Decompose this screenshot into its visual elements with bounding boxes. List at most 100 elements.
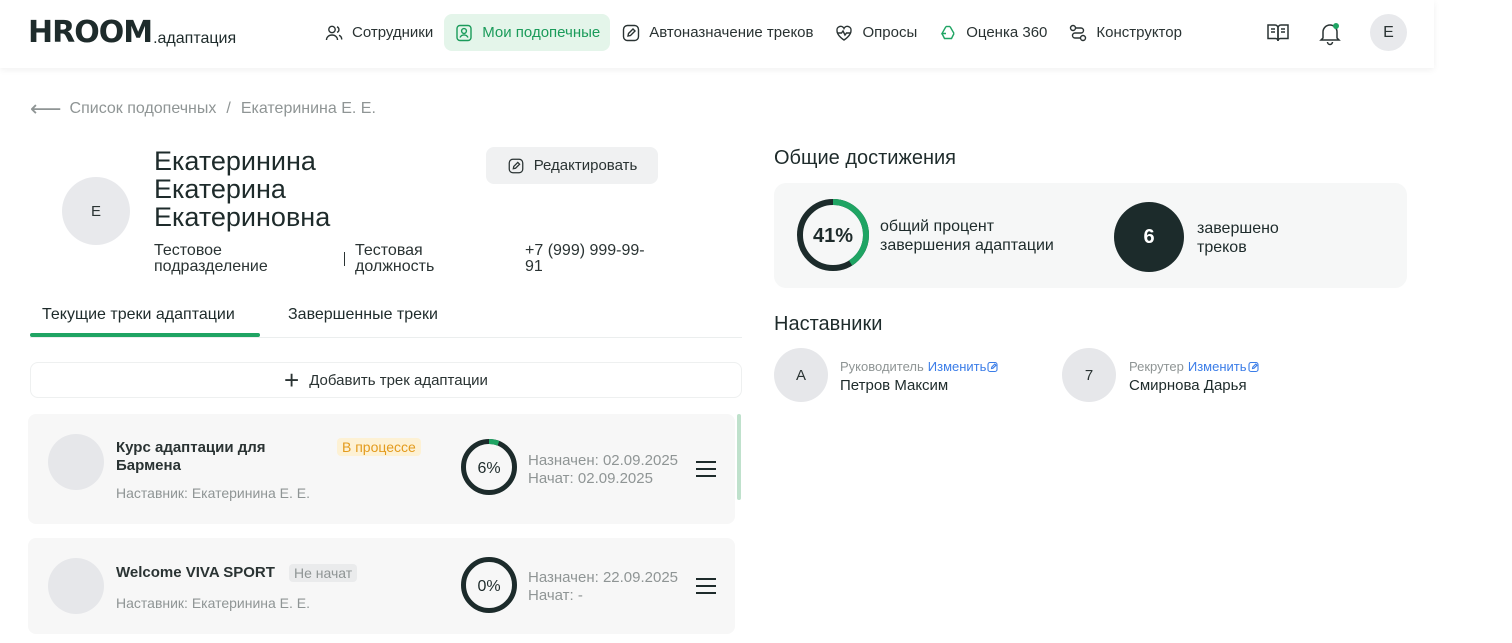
percent-caption: общий процент завершения адаптации [880, 217, 1054, 255]
track-title: Курс адаптации для Бармена [116, 439, 266, 475]
status-badge: Не начат [289, 564, 358, 582]
mentors-title: Наставники [774, 313, 883, 335]
logo[interactable]: HROOM .адаптация [28, 18, 236, 48]
tab-current-tracks[interactable]: Текущие треки адаптации [42, 306, 235, 324]
breadcrumb: ⟵ Список подопечных / Екатеринина Е. Е. [30, 98, 376, 120]
department-line: Тестовое [154, 242, 222, 259]
profile-department: Тестовое подразделение [154, 243, 268, 275]
ring-label: 6% [477, 460, 500, 477]
user-avatar[interactable]: Е [1370, 14, 1407, 51]
started-date: Начат: 02.09.2025 [528, 470, 653, 487]
user-badge-icon [456, 24, 472, 41]
profile-position: Тестовая должность [355, 243, 434, 275]
ring-label: 41% [813, 225, 853, 247]
mentor-name: Петров Максим [840, 377, 949, 394]
achievement-progress-ring: 41% [797, 199, 869, 271]
completed-caption: завершено треков [1197, 219, 1279, 257]
recycle-icon [941, 25, 955, 39]
completed-caption-line: треков [1197, 239, 1247, 256]
assigned-date: Назначен: 22.09.2025 [528, 569, 679, 586]
name-line: Екатеринина [154, 146, 316, 176]
profile-avatar: Е [62, 177, 130, 245]
users-icon [325, 25, 343, 40]
achievements-title: Общие достижения [774, 147, 956, 169]
track-title-line: Бармена [116, 457, 181, 474]
breadcrumb-back-link[interactable]: Список подопечных [70, 100, 217, 118]
change-label: Изменить [1187, 359, 1247, 374]
track-mentor: Наставник: Екатеринина Е. Е. [116, 595, 311, 611]
logo-sub: .адаптация [153, 30, 237, 47]
breadcrumb-current: Екатеринина Е. Е. [240, 100, 376, 117]
progress-ring: 0% [461, 557, 517, 613]
track-dates: Назначен: 22.09.2025 Начат: - [528, 569, 678, 605]
position-line: Тестовая [355, 242, 423, 259]
external-edit-icon [1247, 361, 1259, 372]
nav-item-my-mentees[interactable]: Мои подопечные [444, 14, 611, 51]
nav-item-label: Конструктор [1096, 24, 1182, 41]
mentor-avatar: А [774, 348, 828, 402]
track-title-line: Welcome VIVA SPORT [116, 564, 275, 581]
phone-line: +7 (999) 999-99- [525, 242, 645, 259]
status-badge: В процессе [337, 438, 421, 456]
edit-button-label: Редактировать [533, 157, 638, 174]
percent-caption-line: общий процент [880, 218, 995, 235]
meta-divider [344, 252, 345, 266]
route-icon [1070, 24, 1087, 41]
name-line: Екатерина [154, 174, 286, 204]
nav-item-label: Оценка 360 [966, 24, 1048, 41]
name-line: Екатериновна [154, 202, 331, 232]
bell-icon[interactable] [1317, 20, 1343, 46]
percent-caption-line: завершения адаптации [880, 237, 1054, 254]
track-image [48, 434, 104, 490]
mentor-role-label: Рекрутер [1129, 359, 1184, 374]
nav-item-surveys[interactable]: Опросы [824, 14, 927, 51]
track-title-line: Курс адаптации для [116, 439, 266, 456]
nav-item-constructor[interactable]: Конструктор [1058, 14, 1192, 51]
track-card[interactable]: Курс адаптации для Бармена В процессе На… [28, 414, 735, 524]
completed-caption-line: завершено [1197, 220, 1279, 237]
breadcrumb-separator: / [226, 100, 231, 117]
assigned-date: Назначен: 02.09.2025 [528, 452, 679, 469]
phone-line: 91 [525, 258, 543, 275]
track-mentor: Наставник: Екатеринина Е. Е. [116, 485, 311, 501]
menu-icon[interactable] [695, 460, 717, 478]
scrollbar-thumb[interactable] [737, 414, 741, 500]
nav-item-label: Автоназначение треков [649, 24, 814, 41]
change-recruiter-link[interactable]: Изменить [1188, 359, 1260, 374]
nav-item-label: Сотрудники [352, 24, 434, 41]
profile-full-name: Екатеринина Екатерина Екатериновна [154, 147, 454, 231]
nav-item-360[interactable]: Оценка 360 [928, 14, 1057, 51]
menu-icon[interactable] [695, 577, 717, 595]
track-title: Welcome VIVA SPORT [116, 564, 275, 582]
nav-item-auto-assign[interactable]: Автоназначение треков [611, 14, 823, 51]
track-image [48, 558, 104, 614]
change-label: Изменить [927, 359, 987, 374]
track-card[interactable]: Welcome VIVA SPORT Не начат Наставник: Е… [28, 538, 735, 634]
track-dates: Назначен: 02.09.2025 Начат: 02.09.2025 [528, 452, 678, 488]
heart-pulse-icon [836, 25, 853, 41]
mentor-name: Смирнова Дарья [1129, 377, 1247, 394]
add-track-label: Добавить трек адаптации [309, 371, 488, 389]
main-nav: Сотрудники Мои подопечные Автоназначение… [314, 14, 1193, 51]
top-header: HROOM .адаптация Сотрудники Мои подопечн… [0, 0, 1434, 68]
edit-icon [508, 158, 524, 173]
edit-profile-button[interactable]: Редактировать [486, 147, 658, 184]
add-track-button[interactable]: + Добавить трек адаптации [30, 362, 742, 398]
tab-completed-tracks[interactable]: Завершенные треки [288, 306, 438, 324]
change-mentor-link[interactable]: Изменить [928, 359, 1000, 374]
position-line: должность [355, 258, 435, 275]
edit-pen-icon [623, 24, 640, 41]
department-line: подразделение [154, 258, 268, 275]
nav-item-employees[interactable]: Сотрудники [314, 14, 443, 51]
nav-item-label: Опросы [862, 24, 918, 41]
progress-ring: 6% [461, 439, 517, 495]
started-date: Начат: - [528, 587, 583, 604]
ring-label: 0% [477, 578, 500, 595]
track-tabs: Текущие треки адаптации Завершенные трек… [30, 298, 742, 338]
book-icon[interactable] [1265, 20, 1291, 46]
active-tab-indicator [30, 333, 260, 337]
mentor-role-label: Руководитель [840, 359, 924, 374]
profile-phone: +7 (999) 999-99- 91 [525, 243, 645, 275]
mentor-role: Руководитель Изменить [840, 359, 999, 374]
back-arrow-icon[interactable]: ⟵ [30, 98, 62, 120]
